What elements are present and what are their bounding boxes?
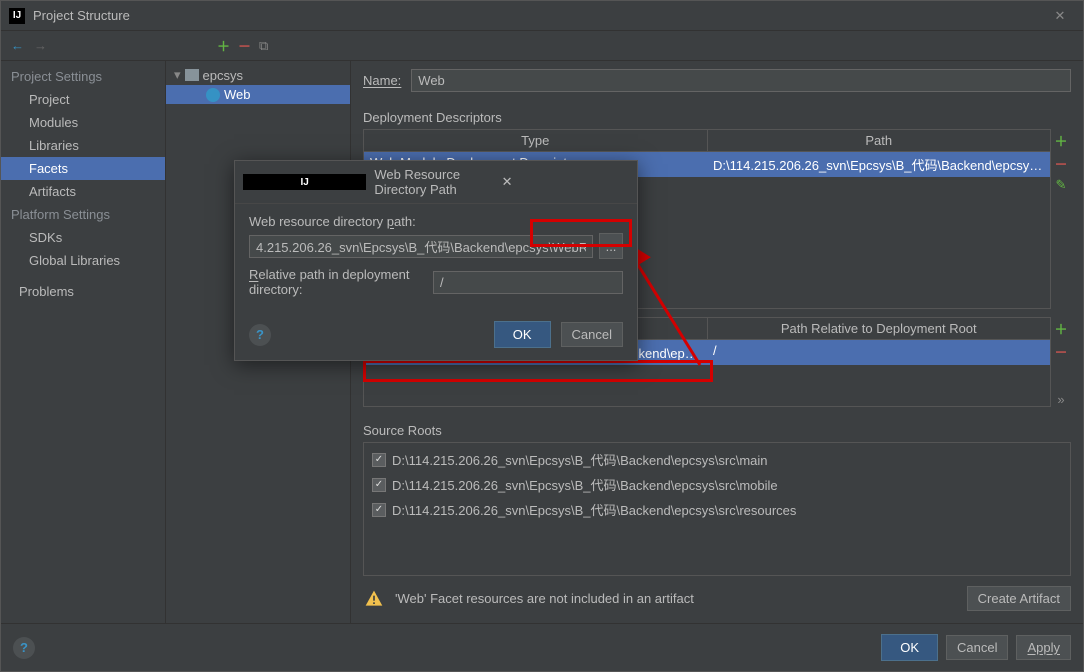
dialog-footer: ? OK Cancel Apply <box>1 623 1083 671</box>
tree-label: Web <box>224 87 251 102</box>
title-bar: IJ Project Structure ✕ <box>1 1 1083 31</box>
tree-label: epcsys <box>203 68 243 83</box>
source-roots-label: Source Roots <box>363 423 1071 438</box>
source-root-path: D:\114.215.206.26_svn\Epcsys\B_代码\Backen… <box>392 475 778 494</box>
sidebar-item-sdks[interactable]: SDKs <box>1 226 165 249</box>
add-icon[interactable]: ＋ <box>217 36 230 55</box>
sidebar-item-global-libraries[interactable]: Global Libraries <box>1 249 165 272</box>
remove-icon[interactable]: － <box>238 36 251 55</box>
close-icon[interactable]: ✕ <box>1045 8 1075 24</box>
checkbox-icon[interactable]: ✓ <box>372 503 386 517</box>
toolbar: ← → ＋ － ⧉ <box>1 31 1083 61</box>
section-platform-settings: Platform Settings <box>1 203 165 226</box>
checkbox-icon[interactable]: ✓ <box>372 453 386 467</box>
module-icon <box>185 69 199 81</box>
checkbox-icon[interactable]: ✓ <box>372 478 386 492</box>
ij-logo-icon: IJ <box>9 8 25 24</box>
web-resource-path-label: Web resource directory path: <box>249 214 623 229</box>
web-resource-directory-dialog: IJ Web Resource Directory Path ✕ Web res… <box>234 160 638 361</box>
warning-icon <box>363 589 385 609</box>
copy-icon[interactable]: ⧉ <box>259 38 268 54</box>
col-wrrel: Path Relative to Deployment Root <box>708 318 1051 339</box>
col-path: Path <box>708 130 1051 151</box>
help-icon[interactable]: ? <box>13 637 35 659</box>
wr-add-icon[interactable]: ＋ <box>1054 319 1067 338</box>
tree-collapse-icon[interactable]: ▾ <box>174 67 181 83</box>
sidebar-item-artifacts[interactable]: Artifacts <box>1 180 165 203</box>
window-title: Project Structure <box>33 8 1045 23</box>
wr-remove-icon[interactable]: － <box>1054 342 1067 361</box>
web-facet-icon <box>206 88 220 102</box>
nav-forward-icon[interactable]: → <box>34 38 47 53</box>
warning-row: 'Web' Facet resources are not included i… <box>363 586 1071 611</box>
col-type: Type <box>364 130 708 151</box>
sidebar: Project Settings Project Modules Librari… <box>1 61 166 623</box>
list-item[interactable]: ✓ D:\114.215.206.26_svn\Epcsys\B_代码\Back… <box>364 447 1070 472</box>
cell-path: D:\114.215.206.26_svn\Epcsys\B_代码\Backen… <box>707 152 1050 177</box>
web-resource-path-input[interactable] <box>249 235 593 258</box>
sidebar-item-facets[interactable]: Facets <box>1 157 165 180</box>
sidebar-item-project[interactable]: Project <box>1 88 165 111</box>
relative-path-input[interactable] <box>433 271 623 294</box>
source-root-path: D:\114.215.206.26_svn\Epcsys\B_代码\Backen… <box>392 500 796 519</box>
modal-help-icon[interactable]: ? <box>249 324 271 346</box>
browse-button[interactable]: ... <box>599 233 623 259</box>
relative-path-label: Relative path in deployment directory: <box>249 267 423 297</box>
name-label: Name: <box>363 73 401 88</box>
ok-button[interactable]: OK <box>881 634 938 661</box>
sidebar-item-problems[interactable]: Problems <box>1 280 165 303</box>
modal-ok-button[interactable]: OK <box>494 321 551 348</box>
source-root-path: D:\114.215.206.26_svn\Epcsys\B_代码\Backen… <box>392 450 768 469</box>
modal-title: Web Resource Directory Path <box>374 167 497 197</box>
dd-add-icon[interactable]: ＋ <box>1054 131 1067 150</box>
nav-back-icon[interactable]: ← <box>11 38 24 53</box>
modal-cancel-button[interactable]: Cancel <box>561 322 623 347</box>
deployment-descriptors-label: Deployment Descriptors <box>363 110 1071 125</box>
cancel-button[interactable]: Cancel <box>946 635 1008 660</box>
facet-name-input[interactable] <box>411 69 1071 92</box>
dd-remove-icon[interactable]: － <box>1054 154 1067 173</box>
source-roots-list[interactable]: ✓ D:\114.215.206.26_svn\Epcsys\B_代码\Back… <box>363 442 1071 576</box>
section-project-settings: Project Settings <box>1 65 165 88</box>
apply-button[interactable]: Apply <box>1016 635 1071 660</box>
tree-row-epcsys[interactable]: ▾ epcsys <box>166 65 350 85</box>
list-item[interactable]: ✓ D:\114.215.206.26_svn\Epcsys\B_代码\Back… <box>364 497 1070 522</box>
modal-close-icon[interactable]: ✕ <box>498 174 629 190</box>
cell-wrrel: / <box>707 340 1050 365</box>
create-artifact-button[interactable]: Create Artifact <box>967 586 1071 611</box>
ij-logo-icon: IJ <box>243 174 366 190</box>
warning-text: 'Web' Facet resources are not included i… <box>395 591 957 606</box>
tree-row-web[interactable]: Web <box>166 85 350 104</box>
sidebar-item-libraries[interactable]: Libraries <box>1 134 165 157</box>
dd-edit-icon[interactable]: ✎ <box>1056 177 1067 193</box>
wr-more-icon[interactable]: » <box>1057 392 1064 407</box>
sidebar-item-modules[interactable]: Modules <box>1 111 165 134</box>
list-item[interactable]: ✓ D:\114.215.206.26_svn\Epcsys\B_代码\Back… <box>364 472 1070 497</box>
modal-title-bar: IJ Web Resource Directory Path ✕ <box>235 161 637 204</box>
